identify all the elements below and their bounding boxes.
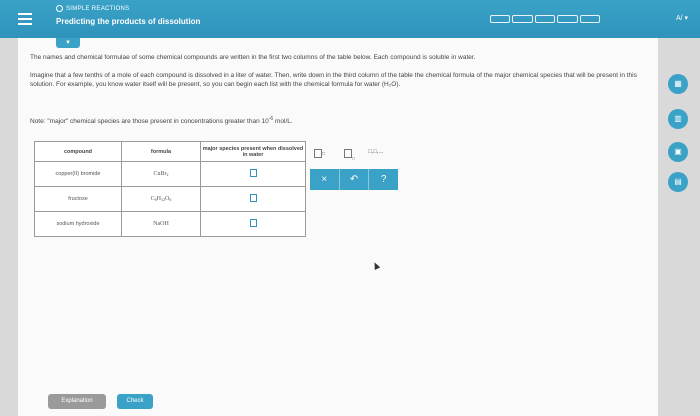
periodic-table-icon[interactable]: ▤ — [668, 172, 688, 192]
check-button[interactable]: Check — [117, 394, 153, 409]
circle-icon — [56, 5, 63, 12]
chart-icon[interactable]: ▥ — [668, 109, 688, 129]
instructions-text: Imagine that a few tenths of a mole of e… — [30, 72, 637, 88]
section-label: SIMPLE REACTIONS — [56, 5, 129, 12]
help-button[interactable]: ? — [369, 169, 398, 190]
intro-text: The names and chemical formulae of some … — [30, 54, 476, 61]
action-bar: × ↶ ? — [310, 169, 398, 190]
top-bar: SIMPLE REACTIONS Predicting the products… — [0, 0, 700, 38]
collapse-button[interactable]: ▼ — [56, 38, 80, 48]
progress-bar — [490, 15, 601, 23]
answer-input[interactable] — [200, 186, 306, 212]
compound-table: compound formula major species present w… — [34, 141, 306, 237]
calculator-icon[interactable]: ▦ — [668, 74, 688, 94]
header-formula: formula — [121, 141, 201, 162]
table-row: copper(II) bromide CuBr2 — [34, 161, 306, 187]
header-major-species: major species present when dissolved in … — [200, 141, 306, 162]
undo-button[interactable]: ↶ — [340, 169, 370, 190]
subscript-tool[interactable]: □ — [344, 149, 355, 163]
table-row: fructose C6H12O6 — [34, 186, 306, 212]
language-switcher[interactable]: A/ ▾ — [676, 14, 688, 22]
clear-button[interactable]: × — [310, 169, 340, 190]
list-tool[interactable]: □,□,... — [368, 149, 384, 163]
explanation-button[interactable]: Explanation — [48, 394, 106, 409]
note-text: Note: "major" chemical species are those… — [30, 116, 293, 126]
superscript-tool[interactable]: □ — [314, 149, 325, 163]
answer-input[interactable] — [200, 211, 306, 237]
page-title: Predicting the products of dissolution — [56, 17, 201, 26]
header-compound: compound — [34, 141, 122, 162]
table-row: sodium hydroxide NaOH — [34, 211, 306, 237]
reference-icon[interactable]: ▣ — [668, 142, 688, 162]
menu-icon[interactable] — [18, 10, 32, 26]
answer-input[interactable] — [200, 161, 306, 187]
